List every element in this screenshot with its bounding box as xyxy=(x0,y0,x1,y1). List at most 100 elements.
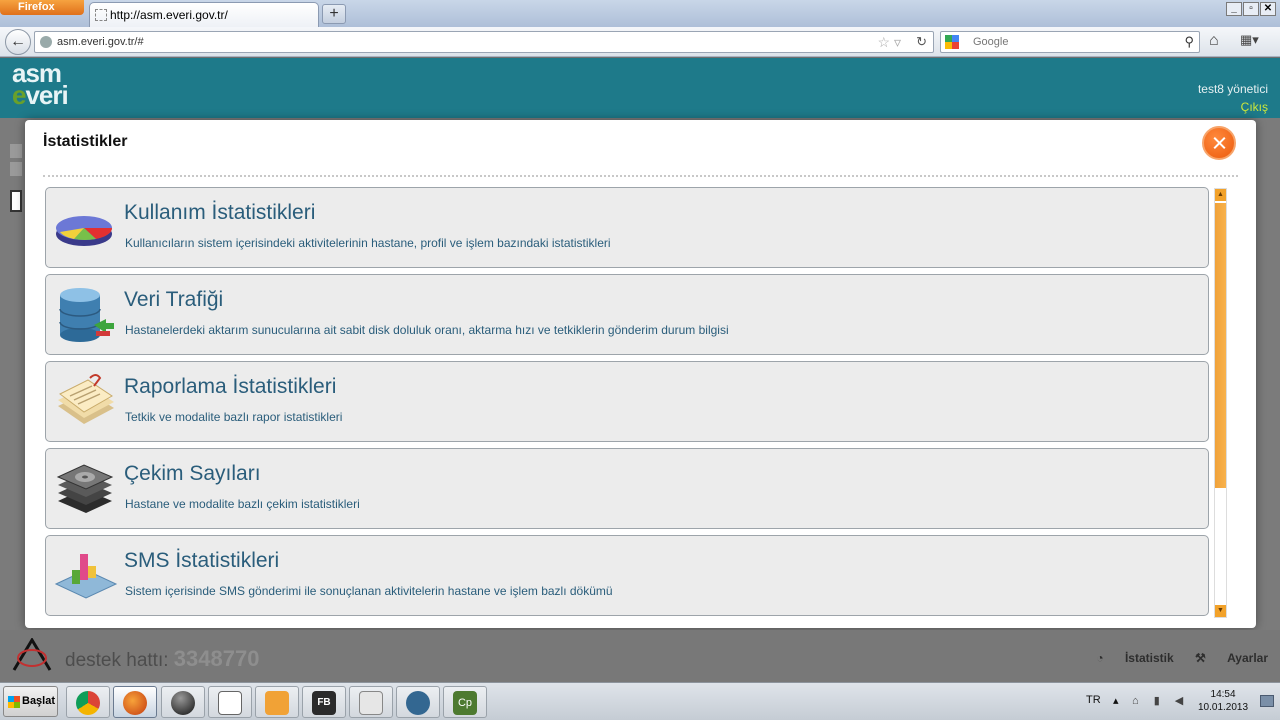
minimize-button[interactable]: _ xyxy=(1226,2,1242,16)
stat-item-description: Tetkik ve modalite bazlı rapor istatisti… xyxy=(125,410,343,424)
scrollbar-thumb[interactable] xyxy=(1215,203,1226,488)
system-tray: TR ▴ ⌂ ▮ ◀ 14:54 10.01.2013 xyxy=(1080,683,1280,720)
stat-item-title: Kullanım İstatistikleri xyxy=(124,201,316,224)
modal-divider xyxy=(43,175,1238,177)
stat-item-title: Veri Trafiği xyxy=(124,288,224,311)
user-name: test8 yönetici xyxy=(1197,82,1268,96)
windows-flag-icon xyxy=(8,696,20,708)
clock-date: 10.01.2013 xyxy=(1198,702,1249,713)
url-text: asm.everi.gov.tr/# xyxy=(57,36,144,48)
close-modal-button[interactable] xyxy=(1202,126,1236,160)
start-label: Başlat xyxy=(22,695,56,707)
support-label: destek hattı: xyxy=(65,650,169,671)
statistics-link-label: İstatistik xyxy=(1124,651,1174,665)
bookmarks-menu-icon[interactable]: ▦▾ xyxy=(1240,32,1270,52)
fb-icon: FB xyxy=(312,691,336,715)
start-button[interactable]: Başlat xyxy=(3,686,58,717)
stat-item-description: Kullanıcıların sistem içerisindeki aktiv… xyxy=(125,236,611,250)
support-line: destek hattı: 3348770 xyxy=(65,646,259,672)
tray-expand-icon[interactable]: ▴ xyxy=(1113,694,1119,707)
background-element xyxy=(10,162,22,176)
taskbar-outlook[interactable] xyxy=(255,686,299,718)
show-desktop-icon[interactable] xyxy=(1260,695,1274,707)
taskbar-app-3[interactable] xyxy=(161,686,205,718)
statistics-link[interactable]: ◔ İstatistik xyxy=(1096,651,1173,665)
logo-line-2: everi xyxy=(12,82,69,108)
browser-titlebar: Firefox http://asm.everi.gov.tr/ + _ ▫ ✕ xyxy=(0,0,1280,27)
stat-item-shot-counts[interactable]: Çekim Sayıları Hastane ve modalite bazlı… xyxy=(45,448,1209,529)
modal-scrollbar[interactable]: ▲ ▼ xyxy=(1214,188,1227,618)
logo-e: e xyxy=(12,80,27,110)
stat-item-sms[interactable]: SMS İstatistikleri Sistem içerisinde SMS… xyxy=(45,535,1209,616)
tray-icons[interactable]: ⌂ ▮ ◀ xyxy=(1132,694,1189,707)
stat-item-title: SMS İstatistikleri xyxy=(124,549,280,572)
scroll-down-icon[interactable]: ▼ xyxy=(1215,605,1226,617)
settings-link-label: Ayarlar xyxy=(1227,651,1268,665)
taskbar-fb[interactable]: FB xyxy=(302,686,346,718)
background-element xyxy=(10,190,22,212)
stat-item-description: Hastane ve modalite bazlı çekim istatist… xyxy=(125,497,360,511)
stat-item-description: Hastanelerdeki aktarım sunucularına ait … xyxy=(125,323,729,337)
favicon-icon xyxy=(95,9,107,21)
user-info: test8 yönetici Çıkış xyxy=(1198,80,1268,116)
scroll-up-icon[interactable]: ▲ xyxy=(1215,189,1226,201)
captivate-icon: Cp xyxy=(453,691,477,715)
search-bar[interactable]: Google ⚲ xyxy=(940,31,1200,53)
taskbar-chrome[interactable] xyxy=(66,686,110,718)
taskbar-firefox[interactable] xyxy=(113,686,157,718)
stat-item-title: Çekim Sayıları xyxy=(124,462,261,485)
bar-chart-icon xyxy=(54,554,118,599)
site-header: asm everi test8 yönetici Çıkış xyxy=(0,58,1280,118)
tab-title: http://asm.everi.gov.tr/ xyxy=(110,8,228,22)
browser-tab[interactable]: http://asm.everi.gov.tr/ xyxy=(89,2,319,27)
asm-everi-logo[interactable]: asm everi xyxy=(12,60,69,108)
notepad-icon xyxy=(218,691,242,715)
support-number: 3348770 xyxy=(173,646,260,671)
stat-item-usage[interactable]: Kullanım İstatistikleri Kullanıcıların s… xyxy=(45,187,1209,268)
logout-link[interactable]: Çıkış xyxy=(1198,98,1268,116)
firefox-icon xyxy=(123,691,147,715)
new-tab-button[interactable]: + xyxy=(322,4,346,24)
stat-item-description: Sistem içerisinde SMS gönderimi ile sonu… xyxy=(125,584,613,598)
clock[interactable]: 14:54 10.01.2013 xyxy=(1198,688,1248,714)
chrome-icon xyxy=(76,691,100,715)
url-bar[interactable]: asm.everi.gov.tr/# ☆ ▿ ↻ xyxy=(34,31,934,53)
firefox-menu-button[interactable]: Firefox xyxy=(0,0,84,15)
modal-title: İstatistikler xyxy=(43,133,128,150)
elephant-icon xyxy=(406,691,430,715)
google-icon xyxy=(945,35,959,49)
statistics-modal: İstatistikler Kullanım İstatistikleri Ku… xyxy=(25,120,1256,628)
footer-links: ◔ İstatistik ⚒ Ayarlar xyxy=(1078,651,1268,665)
sphere-icon xyxy=(171,691,195,715)
outlook-icon xyxy=(265,691,289,715)
reload-icon[interactable]: ↻ xyxy=(916,32,927,52)
windows-taskbar: Başlat FB Cp TR ▴ ⌂ ▮ ◀ 14:54 10.01.2013 xyxy=(0,682,1280,720)
taskbar-app-7[interactable] xyxy=(349,686,393,718)
taskbar-cp[interactable]: Cp xyxy=(443,686,487,718)
stat-item-title: Raporlama İstatistikleri xyxy=(124,375,337,398)
taskbar-postgres[interactable] xyxy=(396,686,440,718)
stat-item-data-traffic[interactable]: Veri Trafiği Hastanelerdeki aktarım sunu… xyxy=(45,274,1209,355)
search-icon[interactable]: ⚲ xyxy=(1184,32,1194,52)
restore-button[interactable]: ▫ xyxy=(1243,2,1259,16)
globe-icon xyxy=(40,36,52,48)
logo-veri: veri xyxy=(25,80,68,110)
close-window-button[interactable]: ✕ xyxy=(1260,2,1276,16)
settings-link[interactable]: ⚒ Ayarlar xyxy=(1195,651,1268,665)
background-element xyxy=(10,144,22,158)
home-icon[interactable]: ⌂ xyxy=(1209,32,1219,50)
language-indicator[interactable]: TR xyxy=(1086,694,1101,706)
back-button[interactable]: ← xyxy=(5,29,31,55)
bookmark-star-icon[interactable]: ☆ ▿ xyxy=(878,32,901,52)
site-footer: destek hattı: 3348770 ◔ İstatistik ⚒ Aya… xyxy=(0,630,1280,682)
printer-icon xyxy=(359,691,383,715)
statistics-list: Kullanım İstatistikleri Kullanıcıların s… xyxy=(45,187,1209,622)
window-controls: _ ▫ ✕ xyxy=(1225,2,1276,16)
search-placeholder: Google xyxy=(973,36,1009,48)
disk-stack-icon xyxy=(56,464,114,513)
stat-item-reporting[interactable]: Raporlama İstatistikleri Tetkik ve modal… xyxy=(45,361,1209,442)
clock-time: 14:54 xyxy=(1210,689,1236,700)
taskbar-app-4[interactable] xyxy=(208,686,252,718)
browser-navbar: ← asm.everi.gov.tr/# ☆ ▿ ↻ Google ⚲ ⌂ ▦▾ xyxy=(0,27,1280,57)
documents-icon xyxy=(58,374,114,424)
